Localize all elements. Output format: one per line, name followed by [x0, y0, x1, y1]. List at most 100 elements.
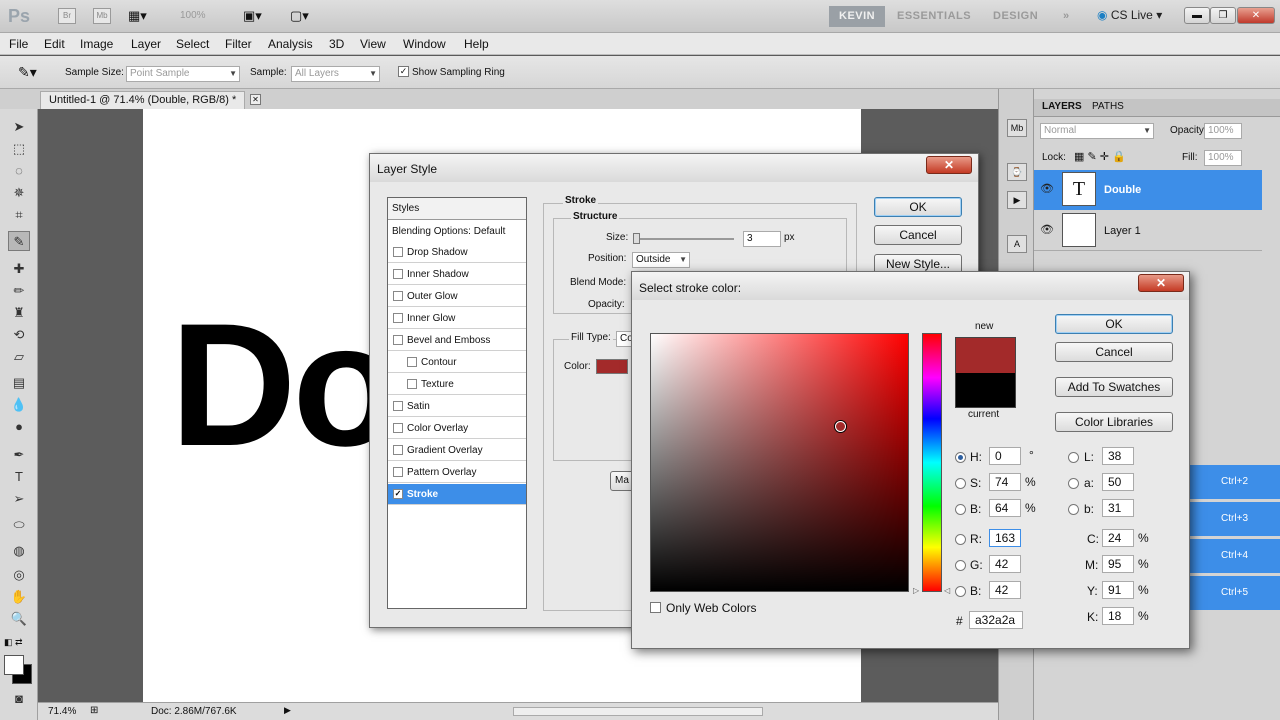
style-item-inner-shadow[interactable]: Inner Shadow	[388, 264, 526, 285]
status-menu-arrow-icon[interactable]: ▶	[284, 705, 291, 716]
sample-dropdown[interactable]: All Layers ▼	[291, 66, 380, 82]
quick-mask-icon[interactable]: ◙	[8, 689, 30, 709]
menu-filter[interactable]: Filter	[225, 37, 252, 51]
channel-shortcut[interactable]: Ctrl+2	[1188, 465, 1280, 499]
lasso-tool-icon[interactable]: ◌	[8, 161, 30, 181]
style-checkbox[interactable]	[407, 357, 417, 367]
style-item-color-overlay[interactable]: Color Overlay	[388, 418, 526, 439]
green-radio[interactable]	[955, 560, 966, 571]
pen-tool-icon[interactable]: ✒	[8, 445, 30, 465]
close-dialog-button[interactable]: ✕	[1138, 274, 1184, 292]
color-field-cursor[interactable]	[835, 421, 846, 432]
actions-panel-icon[interactable]: ▶	[1007, 191, 1027, 209]
hue-radio[interactable]	[955, 452, 966, 463]
style-checkbox[interactable]	[393, 467, 403, 477]
move-tool-icon[interactable]: ➤	[8, 117, 30, 137]
character-panel-icon[interactable]: A	[1007, 235, 1027, 253]
layer-row-double[interactable]: 👁 T Double	[1034, 170, 1262, 210]
channel-shortcut[interactable]: Ctrl+5	[1188, 576, 1280, 610]
menu-select[interactable]: Select	[176, 37, 209, 51]
saturation-field[interactable]: 74	[989, 473, 1021, 491]
menu-help[interactable]: Help	[464, 37, 489, 51]
channel-shortcut[interactable]: Ctrl+3	[1188, 502, 1280, 536]
size-slider[interactable]	[634, 238, 734, 240]
lock-icons[interactable]: ▦ ✎ ✛ 🔒	[1074, 150, 1126, 163]
workspace-design[interactable]: DESIGN	[983, 6, 1048, 27]
more-workspaces-icon[interactable]: »	[1053, 6, 1080, 27]
layer-row-layer-1[interactable]: 👁 Layer 1	[1034, 211, 1262, 251]
hand-tool-icon[interactable]: ✋	[8, 587, 30, 607]
dodge-tool-icon[interactable]: ●	[8, 417, 30, 437]
red-radio[interactable]	[955, 534, 966, 545]
hue-slider[interactable]	[922, 333, 942, 592]
magenta-field[interactable]: 95	[1102, 555, 1134, 573]
black-field[interactable]: 18	[1102, 607, 1134, 625]
close-document-icon[interactable]: ✕	[250, 94, 261, 105]
lab-l-radio[interactable]	[1068, 452, 1079, 463]
size-field[interactable]: 3	[743, 231, 781, 247]
bridge-icon[interactable]: Br	[58, 8, 76, 24]
restore-button[interactable]: ❐	[1210, 7, 1236, 24]
styles-header[interactable]: Styles	[388, 198, 526, 220]
position-dropdown[interactable]: Outside ▼	[632, 252, 690, 268]
green-field[interactable]: 42	[989, 555, 1021, 573]
hex-field[interactable]: a32a2a	[969, 611, 1023, 629]
screen-mode-icon[interactable]: ▢▾	[290, 8, 309, 24]
sample-size-dropdown[interactable]: Point Sample ▼	[126, 66, 240, 82]
show-sampling-ring-checkbox[interactable]: ✓	[398, 66, 409, 77]
clone-stamp-tool-icon[interactable]: ♜	[8, 303, 30, 323]
close-dialog-button[interactable]: ✕	[926, 156, 972, 174]
yellow-field[interactable]: 91	[1102, 581, 1134, 599]
zoom-tool-icon[interactable]: 🔍	[8, 609, 30, 629]
3d-orbit-tool-icon[interactable]: ◎	[8, 565, 30, 585]
style-item-gradient-overlay[interactable]: Gradient Overlay	[388, 440, 526, 461]
view-extras-icon[interactable]: ▦▾	[128, 8, 147, 24]
menu-file[interactable]: File	[9, 37, 28, 51]
path-selection-tool-icon[interactable]: ➢	[8, 489, 30, 509]
style-item-stroke[interactable]: ✓ Stroke	[388, 484, 526, 505]
hue-slider-right-arrow-icon[interactable]: ◁	[944, 586, 950, 595]
style-item-pattern-overlay[interactable]: Pattern Overlay	[388, 462, 526, 483]
lab-b-radio[interactable]	[1068, 504, 1079, 515]
cancel-button[interactable]: Cancel	[1055, 342, 1173, 362]
workspace-essentials[interactable]: ESSENTIALS	[887, 6, 981, 27]
brightness-field[interactable]: 64	[989, 499, 1021, 517]
visibility-eye-icon[interactable]: 👁	[1040, 223, 1054, 236]
brush-tool-icon[interactable]: ✏	[8, 281, 30, 301]
blending-options-item[interactable]: Blending Options: Default	[388, 221, 526, 243]
eyedropper-tool-icon[interactable]: ✎	[8, 231, 30, 251]
workspace-kevin[interactable]: KEVIN	[829, 6, 886, 27]
ok-button[interactable]: OK	[1055, 314, 1173, 334]
tab-layers[interactable]: LAYERS	[1042, 101, 1082, 112]
status-icon[interactable]: ⊞	[90, 705, 98, 716]
menu-analysis[interactable]: Analysis	[268, 37, 313, 51]
mini-bridge-panel-icon[interactable]: Mb	[1007, 119, 1027, 137]
tab-paths[interactable]: PATHS	[1092, 101, 1124, 112]
menu-window[interactable]: Window	[403, 37, 446, 51]
style-checkbox[interactable]	[393, 313, 403, 323]
lab-b-field[interactable]: 31	[1102, 499, 1134, 517]
quick-selection-tool-icon[interactable]: ✵	[8, 183, 30, 203]
3d-rotate-tool-icon[interactable]: ◍	[8, 541, 30, 561]
type-tool-icon[interactable]: T	[8, 467, 30, 487]
style-checkbox[interactable]: ✓	[393, 489, 403, 499]
foreground-color-swatch[interactable]	[4, 655, 24, 675]
history-brush-tool-icon[interactable]: ⟲	[8, 325, 30, 345]
history-panel-icon[interactable]: ⌚	[1007, 163, 1027, 181]
cyan-field[interactable]: 24	[1102, 529, 1134, 547]
menu-layer[interactable]: Layer	[131, 37, 161, 51]
hue-field[interactable]: 0	[989, 447, 1021, 465]
style-item-texture[interactable]: Texture	[388, 374, 526, 395]
cs-live-menu[interactable]: ◉ CS Live ▾	[1097, 8, 1162, 22]
style-checkbox[interactable]	[393, 423, 403, 433]
fill-field[interactable]: 100%	[1204, 150, 1242, 166]
document-tab[interactable]: Untitled-1 @ 71.4% (Double, RGB/8) *	[40, 91, 246, 109]
healing-brush-tool-icon[interactable]: ✚	[8, 259, 30, 279]
saturation-brightness-field[interactable]	[650, 333, 909, 592]
visibility-eye-icon[interactable]: 👁	[1040, 182, 1054, 195]
style-checkbox[interactable]	[393, 335, 403, 345]
menu-edit[interactable]: Edit	[44, 37, 65, 51]
blue-radio[interactable]	[955, 586, 966, 597]
horizontal-scrollbar[interactable]	[513, 707, 763, 716]
hue-slider-left-arrow-icon[interactable]: ▷	[913, 586, 919, 595]
